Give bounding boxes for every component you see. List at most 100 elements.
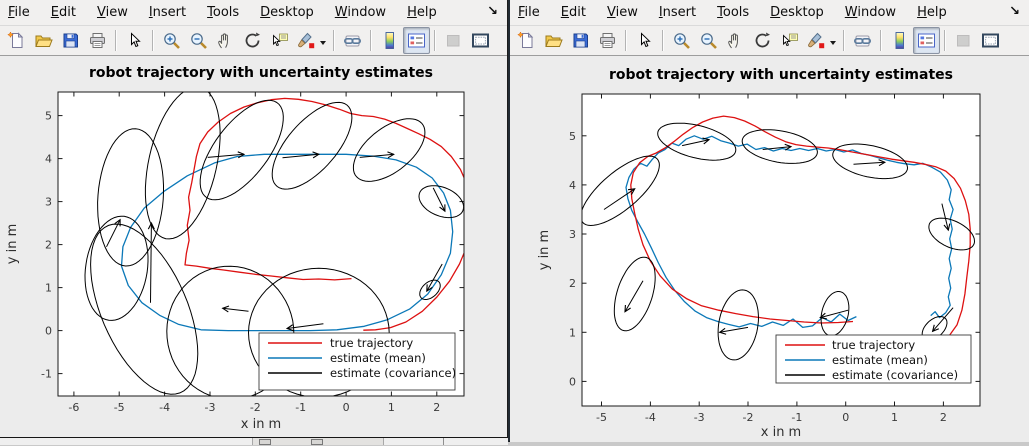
- dock-figure-arrow-icon[interactable]: ↘: [1009, 4, 1020, 19]
- svg-text:0: 0: [842, 411, 849, 424]
- svg-text:-4: -4: [159, 401, 170, 414]
- plot-legend[interactable]: true trajectoryestimate (mean)estimate (…: [776, 335, 971, 383]
- new-file-icon[interactable]: [513, 27, 540, 54]
- menu-item-insert[interactable]: Insert: [149, 5, 186, 20]
- menu-item-desktop[interactable]: Desktop: [770, 5, 824, 20]
- menu-item-file[interactable]: File: [8, 5, 30, 20]
- figure-canvas: robot trajectory with uncertainty estima…: [510, 56, 1029, 446]
- pan-icon[interactable]: [722, 27, 749, 54]
- svg-text:-2: -2: [250, 401, 261, 414]
- figure-canvas: robot trajectory with uncertainty estima…: [0, 56, 507, 441]
- y-axis-label: y in m: [537, 230, 552, 270]
- svg-text:estimate (mean): estimate (mean): [832, 353, 928, 367]
- link-plots-icon[interactable]: [339, 27, 366, 54]
- menu-item-tools[interactable]: Tools: [207, 5, 239, 20]
- svg-text:1: 1: [569, 326, 576, 339]
- zoom-out-icon[interactable]: [695, 27, 722, 54]
- dropdown-caret-icon[interactable]: [830, 41, 836, 48]
- toolbar-divider: [370, 30, 372, 51]
- menu-item-window[interactable]: Window: [335, 5, 386, 20]
- svg-text:3: 3: [45, 196, 52, 209]
- dock-figure-arrow-icon[interactable]: ↘: [487, 4, 498, 19]
- menu-item-help[interactable]: Help: [917, 5, 947, 20]
- brush-icon[interactable]: [803, 27, 830, 54]
- plot-legend[interactable]: true trajectoryestimate (mean)estimate (…: [259, 333, 456, 390]
- menu-item-edit[interactable]: Edit: [561, 5, 586, 20]
- pointer-icon[interactable]: [121, 27, 148, 54]
- zoom-in-icon[interactable]: [668, 27, 695, 54]
- plot-title: robot trajectory with uncertainty estima…: [89, 65, 433, 81]
- toolbar-divider: [625, 30, 627, 51]
- toolbar-divider: [880, 30, 882, 51]
- rotate-3d-icon[interactable]: [239, 27, 266, 54]
- pan-icon[interactable]: [212, 27, 239, 54]
- new-file-icon[interactable]: [3, 27, 30, 54]
- svg-text:0: 0: [45, 325, 52, 338]
- dock-window-icon[interactable]: [467, 27, 494, 54]
- save-icon[interactable]: [567, 27, 594, 54]
- print-icon[interactable]: [594, 27, 621, 54]
- open-folder-icon[interactable]: [540, 27, 567, 54]
- svg-text:2: 2: [569, 277, 576, 290]
- window-fragment-divider: [443, 438, 444, 445]
- toolbar-divider: [434, 30, 436, 51]
- save-icon[interactable]: [57, 27, 84, 54]
- colorbar-icon[interactable]: [376, 27, 403, 54]
- toolbar-divider: [662, 30, 664, 51]
- legend-icon[interactable]: [403, 27, 430, 54]
- svg-text:estimate (mean): estimate (mean): [330, 351, 426, 365]
- menu-item-edit[interactable]: Edit: [51, 5, 76, 20]
- svg-text:-1: -1: [41, 368, 52, 381]
- toolbar-divider: [115, 30, 117, 51]
- colorbar-icon[interactable]: [886, 27, 913, 54]
- x-axis-label: x in m: [761, 425, 801, 440]
- svg-text:4: 4: [45, 153, 52, 166]
- x-axis-label: x in m: [241, 417, 281, 432]
- svg-text:0: 0: [343, 401, 350, 414]
- svg-text:2: 2: [433, 401, 440, 414]
- pointer-icon[interactable]: [631, 27, 658, 54]
- menu-item-desktop[interactable]: Desktop: [260, 5, 314, 20]
- zoom-out-icon[interactable]: [185, 27, 212, 54]
- svg-text:1: 1: [891, 411, 898, 424]
- open-folder-icon[interactable]: [30, 27, 57, 54]
- menu-item-file[interactable]: File: [518, 5, 540, 20]
- toolbar-divider: [152, 30, 154, 51]
- data-cursor-icon[interactable]: [776, 27, 803, 54]
- dock-window-icon[interactable]: [977, 27, 1004, 54]
- toolbar-divider: [333, 30, 335, 51]
- menu-item-insert[interactable]: Insert: [659, 5, 696, 20]
- svg-text:1: 1: [388, 401, 395, 414]
- link-plots-icon[interactable]: [849, 27, 876, 54]
- window-fragment-icon: [311, 439, 323, 445]
- brush-icon[interactable]: [293, 27, 320, 54]
- svg-text:-5: -5: [596, 411, 607, 424]
- background-window-fragment: [252, 438, 384, 445]
- desktop-strip: [0, 438, 508, 445]
- svg-text:-2: -2: [743, 411, 754, 424]
- svg-text:1: 1: [45, 282, 52, 295]
- svg-text:4: 4: [569, 179, 576, 192]
- y-axis-label: y in m: [5, 224, 20, 264]
- toolbar: [0, 26, 507, 56]
- zoom-in-icon[interactable]: [158, 27, 185, 54]
- trajectory-plot: robot trajectory with uncertainty estima…: [0, 56, 507, 437]
- legend-icon[interactable]: [913, 27, 940, 54]
- menu-item-help[interactable]: Help: [407, 5, 437, 20]
- rotate-3d-icon[interactable]: [749, 27, 776, 54]
- dropdown-caret-icon[interactable]: [320, 41, 326, 48]
- menu-bar: File Edit View Insert Tools Desktop Window Help…: [0, 0, 507, 26]
- svg-text:-3: -3: [694, 411, 705, 424]
- trajectory-plot: robot trajectory with uncertainty estima…: [510, 56, 1029, 442]
- menu-item-view[interactable]: View: [607, 5, 638, 20]
- print-icon[interactable]: [84, 27, 111, 54]
- menu-item-window[interactable]: Window: [845, 5, 896, 20]
- figure-window-left: File Edit View Insert Tools Desktop Window Help…: [0, 0, 508, 438]
- menu-item-tools[interactable]: Tools: [717, 5, 749, 20]
- svg-text:estimate (covariance): estimate (covariance): [832, 368, 958, 382]
- menu-item-view[interactable]: View: [97, 5, 128, 20]
- svg-text:5: 5: [45, 110, 52, 123]
- figure-window-right: File Edit View Insert Tools Desktop Window Help…: [508, 0, 1029, 442]
- data-cursor-icon[interactable]: [266, 27, 293, 54]
- svg-text:3: 3: [569, 228, 576, 241]
